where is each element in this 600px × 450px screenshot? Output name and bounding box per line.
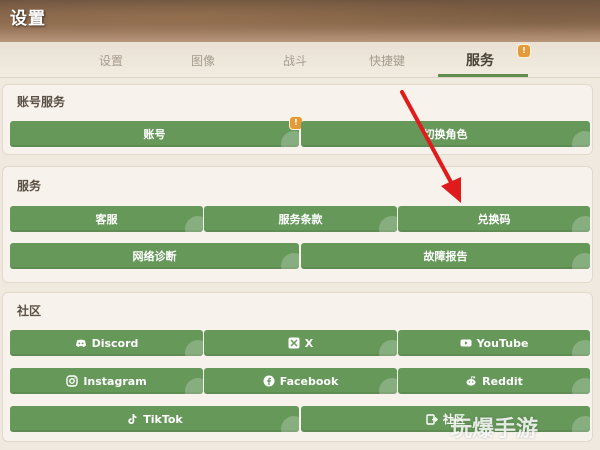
instagram-icon (66, 375, 79, 387)
watermark: 玩爆手游 (450, 404, 600, 450)
watermark-text: 玩爆手游 (450, 417, 539, 442)
bug-report-button[interactable]: 故障报告 (301, 243, 590, 269)
button-label: 账号 (143, 128, 166, 141)
reddit-button[interactable]: Reddit (398, 368, 590, 394)
terms-of-service-button[interactable]: 服务条款 (204, 206, 397, 232)
youtube-icon (460, 337, 472, 349)
switch-character-button[interactable]: 切换角色 (301, 121, 590, 147)
network-diagnostics-button[interactable]: 网络诊断 (10, 243, 299, 269)
section-title: 账号服务 (17, 95, 66, 109)
customer-service-button[interactable]: 客服 (10, 206, 203, 232)
page-title: 设置 (10, 9, 46, 29)
instagram-button[interactable]: Instagram (10, 368, 203, 394)
section-title: 社区 (17, 304, 42, 318)
tab-bar: 设置 图像 战斗 快捷键 服务 ! (0, 42, 600, 78)
facebook-icon (263, 375, 275, 387)
button-label: 服务条款 (278, 213, 323, 226)
notification-badge: ! (518, 45, 530, 57)
discord-button[interactable]: Discord (10, 330, 203, 356)
discord-icon (75, 337, 87, 349)
button-label: TikTok (143, 412, 183, 426)
tab-settings[interactable]: 设置 (99, 52, 123, 69)
button-label: Instagram (83, 374, 147, 388)
button-label: Discord (91, 336, 139, 350)
button-label: 网络诊断 (132, 250, 177, 263)
redeem-code-button[interactable]: 兑换码 (398, 206, 590, 232)
button-label: 故障报告 (423, 250, 468, 263)
account-services-card: 账号服务 账号 ! 切换角色 (2, 84, 593, 155)
button-label: YouTube (476, 336, 529, 350)
button-label: 客服 (95, 213, 118, 226)
active-tab-indicator (438, 74, 528, 77)
button-label: X (304, 336, 314, 350)
services-card: 服务 客服 服务条款 兑换码 网络诊断 故障报告 (2, 166, 593, 283)
tab-shortcuts[interactable]: 快捷键 (369, 52, 405, 69)
tiktok-button[interactable]: TikTok (10, 406, 299, 432)
tab-services[interactable]: 服务 (466, 50, 494, 70)
button-label: 兑换码 (477, 213, 511, 226)
section-title: 服务 (17, 179, 42, 193)
tab-combat[interactable]: 战斗 (283, 52, 307, 69)
x-logo-icon (288, 337, 300, 349)
x-button[interactable]: X (204, 330, 397, 356)
button-label: Reddit (482, 374, 523, 388)
button-label: Facebook (279, 374, 339, 388)
tiktok-icon (126, 413, 138, 425)
facebook-button[interactable]: Facebook (204, 368, 397, 394)
youtube-button[interactable]: YouTube (398, 330, 590, 356)
tab-graphics[interactable]: 图像 (191, 52, 215, 69)
account-button[interactable]: 账号 (10, 121, 299, 147)
header-banner: 设置 (0, 0, 600, 42)
external-link-icon (426, 413, 438, 425)
button-label: 切换角色 (423, 128, 468, 141)
reddit-icon (465, 375, 477, 387)
